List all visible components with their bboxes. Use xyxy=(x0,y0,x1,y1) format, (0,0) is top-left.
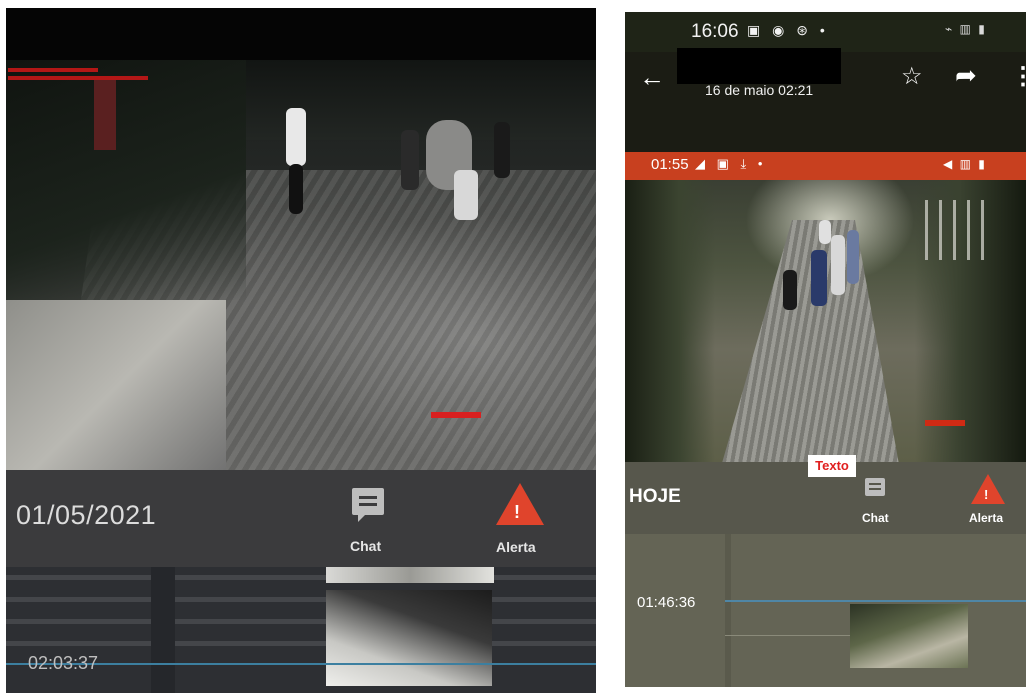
recording-date: 01/05/2021 xyxy=(16,500,157,530)
notification-icons: ▣ ◉ ⊛ • xyxy=(747,22,829,38)
stone-path xyxy=(720,220,900,462)
signal-battery-icons: ⌁ ▥ ▮ xyxy=(945,22,987,36)
timeline-stripe xyxy=(6,597,596,602)
chat-icon[interactable] xyxy=(865,478,885,496)
timeline-guide-line xyxy=(725,635,850,636)
camera-watermark xyxy=(431,412,481,418)
camera-watermark xyxy=(925,420,965,426)
embedded-status-bar: 01:55 ◢ ▣ ⤓ • ◀ ▥ ▮ xyxy=(625,152,1026,180)
right-screenshot: 16:06 ▣ ◉ ⊛ • ⌁ ▥ ▮ ← 16 de maio 02:21 ☆… xyxy=(625,12,1026,687)
more-options-icon[interactable]: ⋮ xyxy=(1011,62,1026,91)
star-icon[interactable]: ☆ xyxy=(901,62,923,91)
timeline-time: 02:03:37 xyxy=(28,653,99,673)
redacted-sender-name xyxy=(677,48,841,84)
chat-button-label[interactable]: Chat xyxy=(862,511,889,525)
timeline-playhead-line[interactable] xyxy=(725,600,1026,602)
person-figure-legs xyxy=(289,164,303,214)
chat-icon[interactable] xyxy=(352,488,384,522)
top-black-area xyxy=(6,8,596,60)
today-label: HOJE xyxy=(629,486,681,507)
embedded-signal-icons: ◀ ▥ ▮ xyxy=(943,157,987,171)
person-figure xyxy=(494,122,510,178)
timeline-stripe xyxy=(6,619,596,624)
chat-button-label[interactable]: Chat xyxy=(350,538,381,554)
alert-button-label[interactable]: Alerta xyxy=(969,511,1003,525)
trees-left xyxy=(625,180,715,462)
video-timeline[interactable] xyxy=(6,567,596,693)
embedded-notification-icons: ◢ ▣ ⤓ • xyxy=(695,156,767,171)
fence xyxy=(925,200,985,260)
timeline-time: 01:46:36 xyxy=(637,594,696,611)
clip-thumbnail[interactable] xyxy=(326,567,494,583)
share-icon[interactable]: ➦ xyxy=(955,60,977,91)
person-figure xyxy=(783,270,797,310)
person-figure xyxy=(819,220,831,244)
clip-thumbnail[interactable] xyxy=(326,590,492,686)
alert-button-label[interactable]: Alerta xyxy=(496,539,536,555)
alert-exclamation: ! xyxy=(514,502,520,522)
left-screenshot: 01/05/2021 Chat ! Alerta 02:03:37 xyxy=(6,8,596,693)
embedded-status-time: 01:55 xyxy=(651,156,689,173)
back-arrow-icon[interactable]: ← xyxy=(639,62,665,93)
person-figure xyxy=(454,170,478,220)
clip-thumbnail[interactable] xyxy=(850,604,968,668)
timeline-stripe xyxy=(6,641,596,646)
person-figure xyxy=(286,108,306,166)
rock-wall xyxy=(6,300,226,470)
timeline-column xyxy=(151,567,175,693)
camera-overlay-text xyxy=(8,64,168,104)
person-figure xyxy=(401,130,419,190)
person-figure xyxy=(811,250,827,306)
timeline-stripe xyxy=(6,575,596,580)
person-figure xyxy=(831,235,845,295)
alert-icon[interactable] xyxy=(496,483,544,525)
texto-annotation-label: Texto xyxy=(808,455,856,477)
timeline-column xyxy=(725,534,731,687)
status-time: 16:06 xyxy=(691,21,739,42)
message-timestamp: 16 de maio 02:21 xyxy=(705,82,814,98)
camera-video-frame[interactable] xyxy=(625,180,1026,462)
camera-video-frame[interactable] xyxy=(6,60,596,470)
alert-exclamation: ! xyxy=(984,487,989,502)
person-figure xyxy=(847,230,859,284)
header-spacer xyxy=(625,108,1026,152)
